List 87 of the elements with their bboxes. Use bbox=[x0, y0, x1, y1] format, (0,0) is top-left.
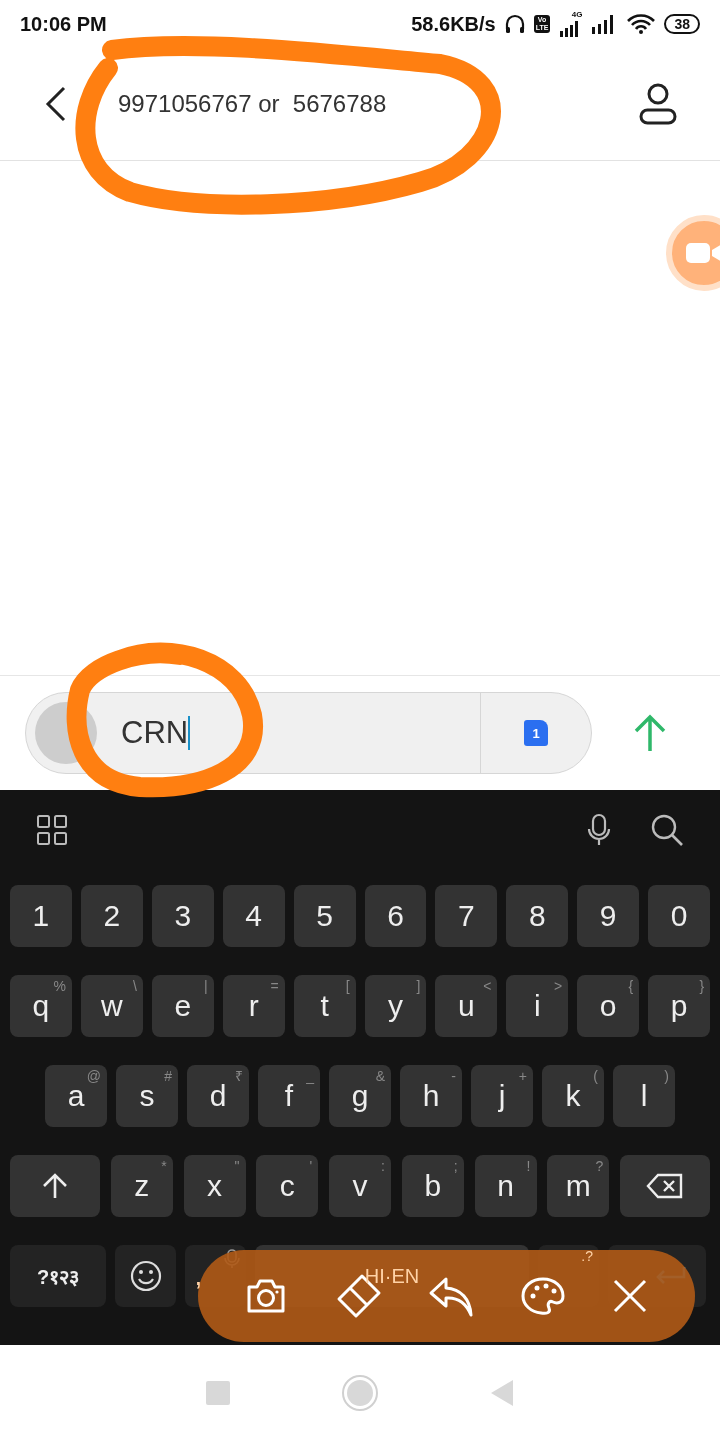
key-hint: ] bbox=[416, 978, 421, 994]
letter-key[interactable]: s # bbox=[116, 1065, 178, 1127]
letter-key[interactable]: u < bbox=[435, 975, 498, 1037]
letter-key[interactable]: f _ bbox=[258, 1065, 320, 1127]
backspace-key[interactable] bbox=[620, 1155, 710, 1217]
camera-icon[interactable] bbox=[245, 1277, 288, 1315]
number-key[interactable]: 6 bbox=[364, 885, 427, 947]
key-hint: ? bbox=[595, 1158, 604, 1174]
send-icon[interactable] bbox=[632, 713, 668, 753]
key-hint: ' bbox=[309, 1158, 313, 1174]
letter-key[interactable]: x " bbox=[183, 1155, 246, 1217]
letter-key[interactable]: a @ bbox=[45, 1065, 107, 1127]
wifi-icon bbox=[626, 13, 657, 35]
number-key[interactable]: 1 bbox=[10, 885, 72, 947]
contact-icon[interactable] bbox=[638, 82, 678, 126]
letter-key[interactable]: o { bbox=[577, 975, 640, 1037]
letter-key[interactable]: n ! bbox=[474, 1155, 537, 1217]
key-hint: > bbox=[554, 978, 563, 994]
key-hint: & bbox=[375, 1068, 385, 1084]
key-hint: : bbox=[381, 1158, 385, 1174]
key-hint: % bbox=[53, 978, 66, 994]
smiley-icon bbox=[128, 1259, 163, 1293]
number-key[interactable]: 2 bbox=[80, 885, 143, 947]
key-hint: ; bbox=[453, 1158, 458, 1174]
number-key[interactable]: 9 bbox=[577, 885, 640, 947]
key-hint: = bbox=[270, 978, 279, 994]
number-key[interactable]: 0 bbox=[648, 885, 711, 947]
key-hint: } bbox=[699, 978, 705, 994]
key-hint: | bbox=[204, 978, 208, 994]
network-type: 4G bbox=[571, 11, 583, 19]
close-icon[interactable] bbox=[611, 1278, 648, 1314]
shift-icon bbox=[41, 1172, 69, 1200]
backspace-icon bbox=[646, 1173, 684, 1199]
microphone-icon[interactable] bbox=[586, 813, 612, 847]
key-hint: - bbox=[451, 1068, 456, 1084]
letter-key[interactable]: b ; bbox=[401, 1155, 464, 1217]
key-hint: .? bbox=[581, 1248, 593, 1264]
key-hint: _ bbox=[306, 1068, 314, 1084]
letter-key[interactable]: m ? bbox=[547, 1155, 610, 1217]
number-key[interactable]: 7 bbox=[435, 885, 498, 947]
letter-key[interactable]: e | bbox=[151, 975, 214, 1037]
key-hint: ! bbox=[526, 1158, 531, 1174]
key-hint: ( bbox=[593, 1068, 598, 1084]
key-hint: < bbox=[483, 978, 492, 994]
letter-key[interactable]: v : bbox=[329, 1155, 391, 1217]
letter-key[interactable]: p } bbox=[648, 975, 711, 1037]
search-icon[interactable] bbox=[650, 813, 684, 847]
conversation-title: 9971056767 or 5676788 bbox=[118, 90, 388, 118]
key-hint: # bbox=[164, 1068, 172, 1084]
shift-key[interactable] bbox=[10, 1155, 100, 1217]
key-hint: \ bbox=[132, 978, 137, 994]
key-hint: + bbox=[518, 1068, 527, 1084]
key-hint: { bbox=[628, 978, 634, 994]
letter-key[interactable]: q % bbox=[10, 975, 72, 1037]
headphones-icon bbox=[503, 13, 526, 35]
network-speed: 58.6KB/s bbox=[411, 12, 496, 36]
palette-icon[interactable] bbox=[521, 1276, 566, 1316]
key-hint: ₹ bbox=[235, 1068, 243, 1084]
letter-key[interactable]: y ] bbox=[364, 975, 427, 1037]
letter-key[interactable]: w \ bbox=[80, 975, 143, 1037]
key-hint: * bbox=[161, 1158, 167, 1174]
grid-icon[interactable] bbox=[36, 814, 68, 846]
letter-key[interactable]: z * bbox=[110, 1155, 173, 1217]
emoji-key[interactable] bbox=[115, 1245, 176, 1307]
letter-key[interactable]: r = bbox=[222, 975, 285, 1037]
back-icon[interactable] bbox=[44, 86, 68, 122]
key-hint: ) bbox=[664, 1068, 669, 1084]
status-time: 10:06 PM bbox=[20, 12, 107, 36]
letter-key[interactable]: t [ bbox=[293, 975, 356, 1037]
number-key[interactable]: 3 bbox=[151, 885, 214, 947]
number-key[interactable]: 8 bbox=[506, 885, 569, 947]
battery-indicator: 38 bbox=[664, 14, 700, 34]
letter-key[interactable]: k ( bbox=[542, 1065, 604, 1127]
letter-key[interactable]: c ' bbox=[256, 1155, 319, 1217]
letter-key[interactable]: h - bbox=[400, 1065, 462, 1127]
number-key[interactable]: 5 bbox=[293, 885, 356, 947]
undo-icon[interactable] bbox=[428, 1275, 475, 1317]
letter-key[interactable]: g & bbox=[329, 1065, 391, 1127]
key-hint: @ bbox=[86, 1068, 101, 1084]
letter-key[interactable]: j + bbox=[471, 1065, 533, 1127]
letter-key[interactable]: i > bbox=[506, 975, 569, 1037]
number-key[interactable]: 4 bbox=[222, 885, 285, 947]
letter-key[interactable]: l ) bbox=[613, 1065, 675, 1127]
key-hint: [ bbox=[345, 978, 350, 994]
key-hint: " bbox=[234, 1158, 240, 1174]
letter-key[interactable]: d ₹ bbox=[187, 1065, 249, 1127]
symbols-key[interactable]: ?१२३ bbox=[10, 1245, 106, 1307]
